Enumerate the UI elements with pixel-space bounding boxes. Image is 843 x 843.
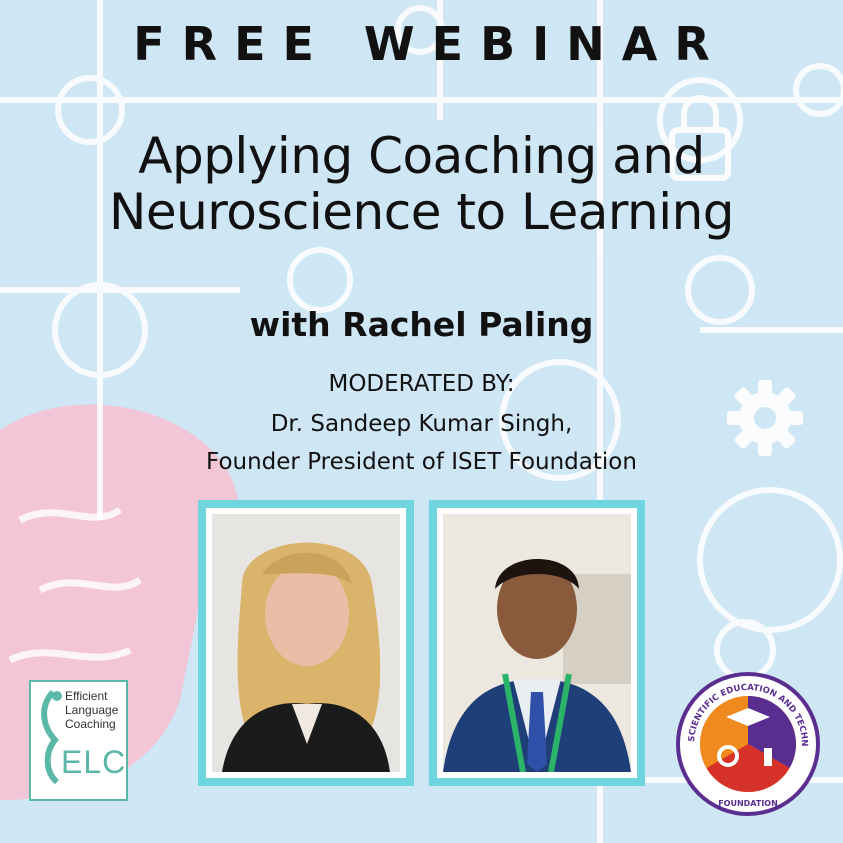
iset-bottom-text: FOUNDATION (718, 799, 778, 808)
title-line-2: Neuroscience to Learning (108, 183, 735, 241)
headline: FREE WEBINAR (133, 17, 727, 71)
elc-line-3: Coaching (65, 717, 116, 731)
webinar-title: Applying Coaching and Neuroscience to Le… (0, 128, 843, 240)
webinar-poster: FREE WEBINAR Applying Coaching and Neuro… (0, 0, 843, 843)
moderator-photo-frame (429, 500, 645, 786)
moderator-role: Founder President of ISET Foundation (206, 449, 637, 475)
iset-foundation-logo: INDIAN SCIENTIFIC EDUCATION AND TECHNOLO… (676, 672, 820, 816)
host-line: with Rachel Paling (249, 305, 594, 344)
elc-logo: Efficient Language Coaching ELC (29, 680, 128, 801)
elc-line-1: Efficient (65, 689, 108, 703)
title-line-1: Applying Coaching and (138, 127, 705, 185)
speaker-photo (212, 514, 400, 772)
elc-line-2: Language (65, 703, 119, 717)
moderator-name: Dr. Sandeep Kumar Singh, (270, 411, 573, 437)
elc-mark: ELC (61, 744, 127, 780)
moderator-photo (443, 514, 631, 772)
speaker-photo-frame (198, 500, 414, 786)
moderated-label: MODERATED BY: (328, 371, 515, 397)
